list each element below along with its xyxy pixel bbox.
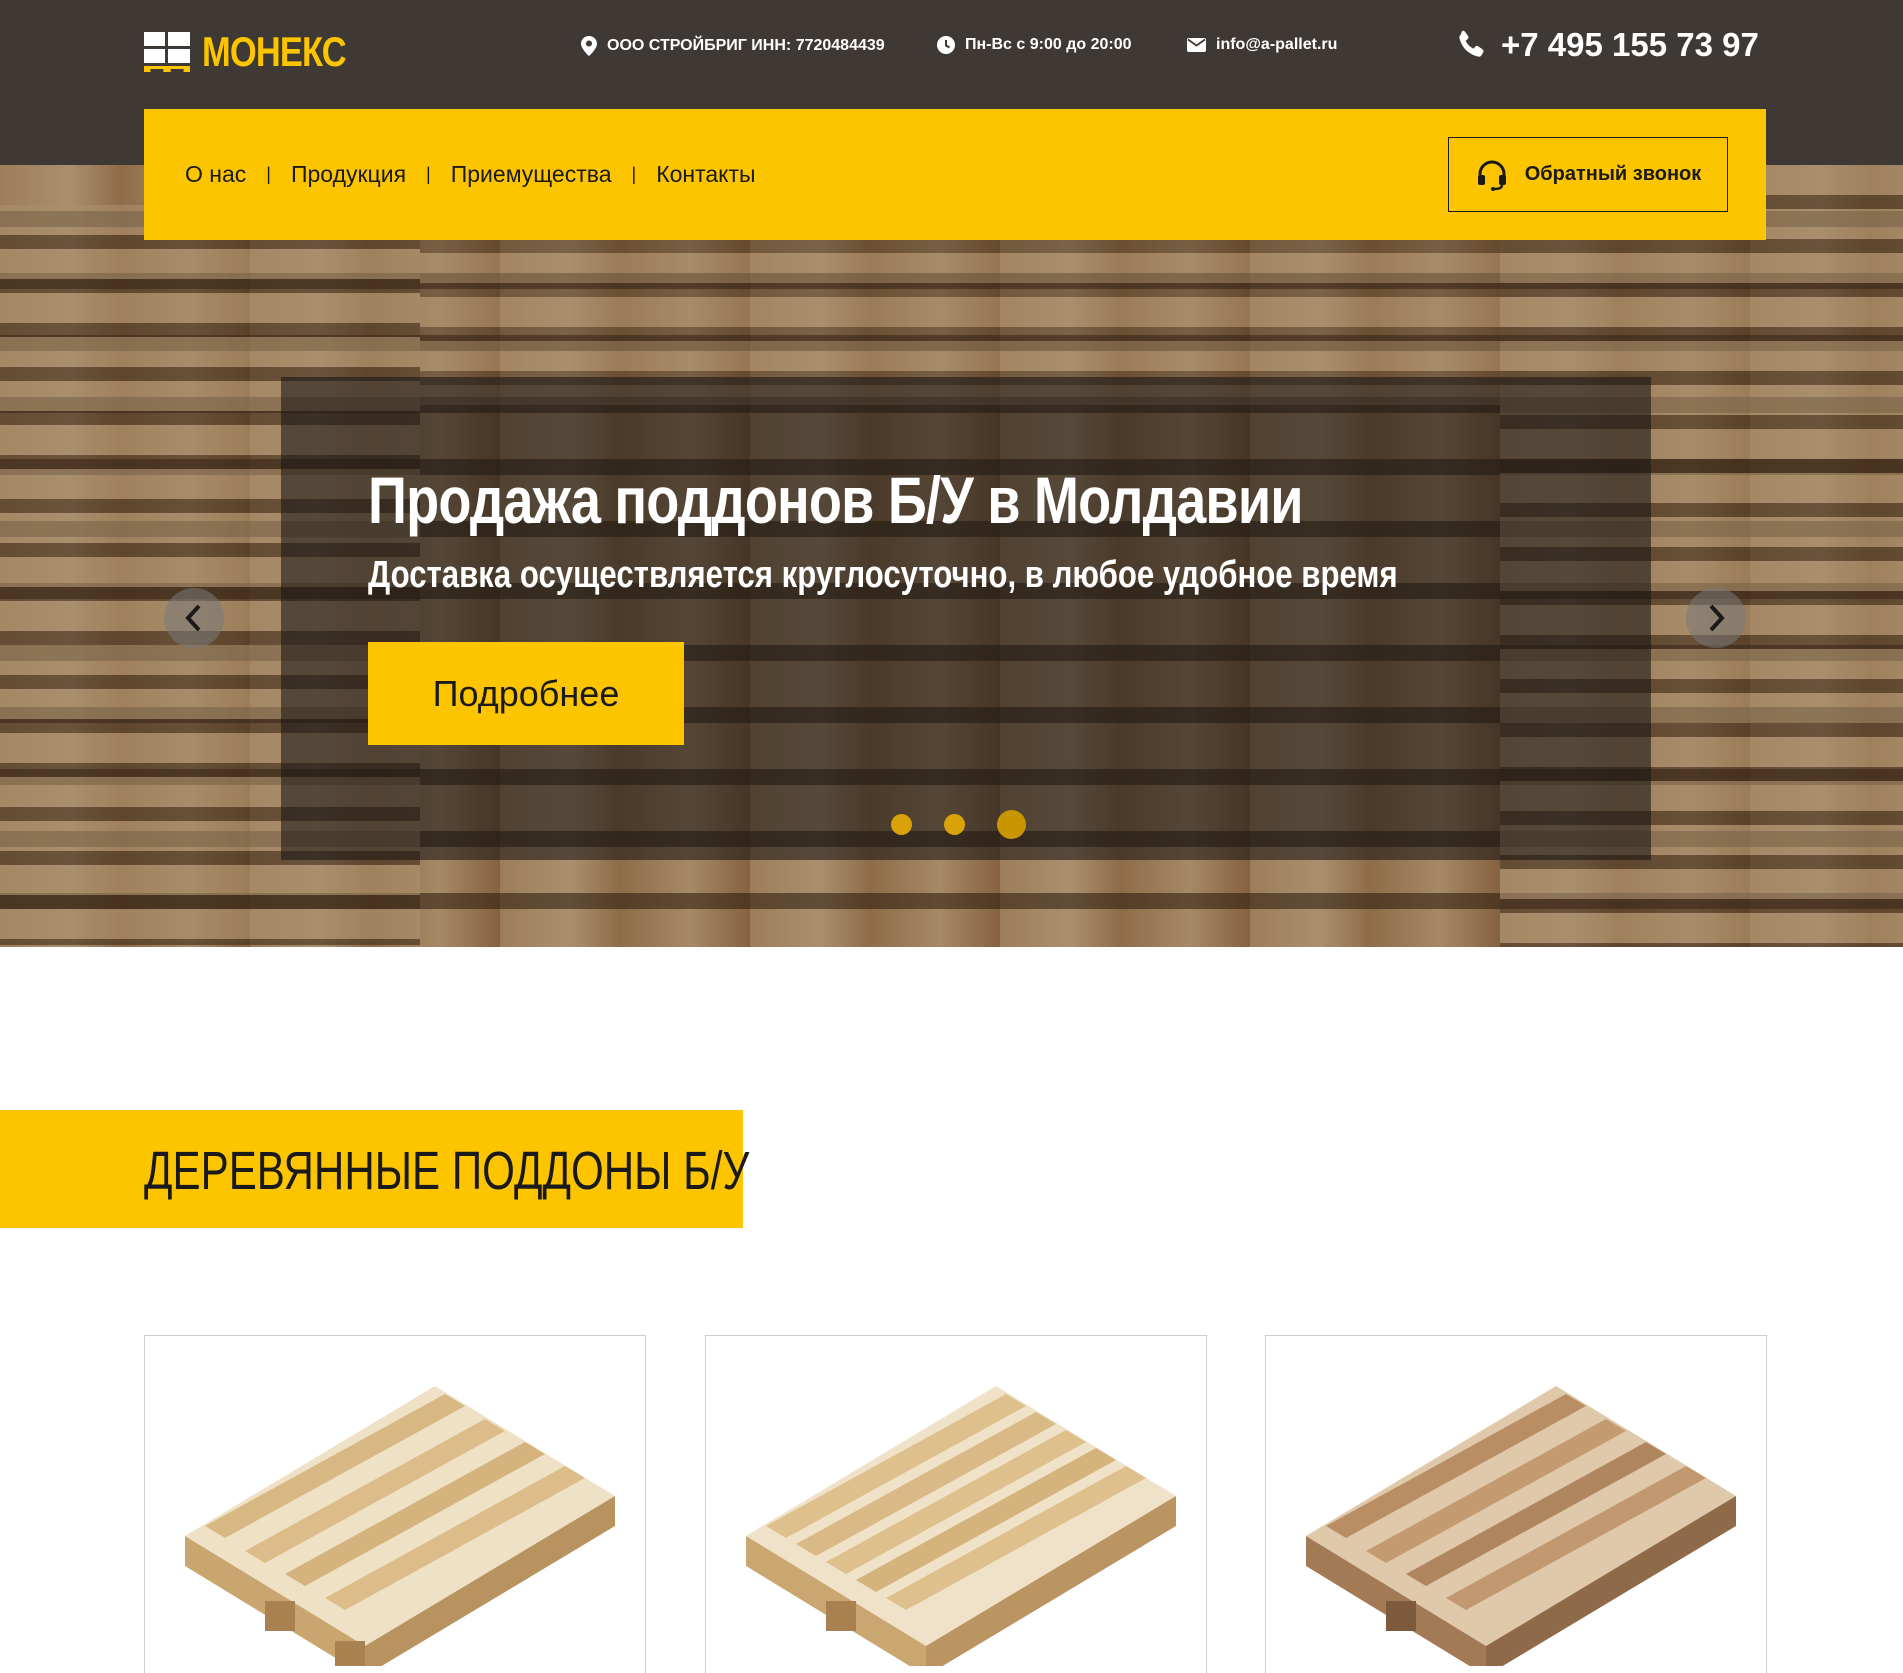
address-text: ООО СТРОЙБРИГ ИНН: 7720484439 xyxy=(607,37,885,54)
pallet-image xyxy=(185,1386,615,1666)
email-link[interactable]: info@a-pallet.ru xyxy=(1216,36,1337,54)
clock-icon xyxy=(937,36,955,54)
product-card[interactable] xyxy=(705,1335,1207,1673)
headset-icon xyxy=(1477,160,1506,191)
more-details-button[interactable]: Подробнее xyxy=(368,642,684,745)
slider-dot[interactable] xyxy=(944,814,965,835)
nav-separator: | xyxy=(426,164,431,184)
main-nav: О нас | Продукция | Приемущества | Конта… xyxy=(144,109,1766,240)
product-card[interactable] xyxy=(144,1335,646,1673)
email-info[interactable]: info@a-pallet.ru xyxy=(1187,36,1337,54)
slider-next-button[interactable] xyxy=(1686,588,1746,648)
chevron-left-icon xyxy=(185,604,201,632)
hero-caption-panel xyxy=(281,377,1651,860)
pallet-image xyxy=(746,1386,1176,1666)
phone-icon xyxy=(1459,30,1484,57)
phone-number[interactable]: +7 495 155 73 97 xyxy=(1501,26,1759,64)
phone-info[interactable]: +7 495 155 73 97 xyxy=(1455,26,1759,64)
address-info: ООО СТРОЙБРИГ ИНН: 7720484439 xyxy=(581,36,885,56)
nav-item-products[interactable]: Продукция xyxy=(291,161,406,188)
hero-slider: Продажа поддонов Б/У в Молдавии Доставка… xyxy=(0,165,1903,947)
hours-text: Пн-Вс с 9:00 до 20:00 xyxy=(965,36,1132,53)
slider-dot-active[interactable] xyxy=(997,810,1026,839)
location-pin-icon xyxy=(581,36,597,56)
callback-label: Обратный звонок xyxy=(1524,163,1702,185)
envelope-icon xyxy=(1187,38,1206,52)
pallet-image-used xyxy=(1306,1386,1736,1666)
section-title: ДЕРЕВЯННЫЕ ПОДДОНЫ Б/У xyxy=(144,1141,750,1201)
callback-button[interactable]: Обратный звонок xyxy=(1448,137,1728,212)
chevron-right-icon xyxy=(1709,604,1725,632)
product-card[interactable] xyxy=(1265,1335,1767,1673)
hero-subtitle: Доставка осуществляется круглосуточно, в… xyxy=(368,554,1398,596)
nav-item-contacts[interactable]: Контакты xyxy=(656,161,755,188)
hours-info: Пн-Вс с 9:00 до 20:00 xyxy=(937,36,1132,54)
hero-title: Продажа поддонов Б/У в Молдавии xyxy=(368,463,1304,537)
nav-item-advantages[interactable]: Приемущества xyxy=(451,161,612,188)
logo[interactable]: МОНЕКС xyxy=(144,28,377,76)
nav-item-about[interactable]: О нас xyxy=(185,161,246,188)
slider-pagination xyxy=(891,810,1026,839)
nav-separator: | xyxy=(266,164,271,184)
logo-text: МОНЕКС xyxy=(202,28,347,75)
logo-icon xyxy=(144,32,190,72)
slider-dot[interactable] xyxy=(891,814,912,835)
nav-separator: | xyxy=(631,164,637,184)
slider-prev-button[interactable] xyxy=(164,588,224,648)
